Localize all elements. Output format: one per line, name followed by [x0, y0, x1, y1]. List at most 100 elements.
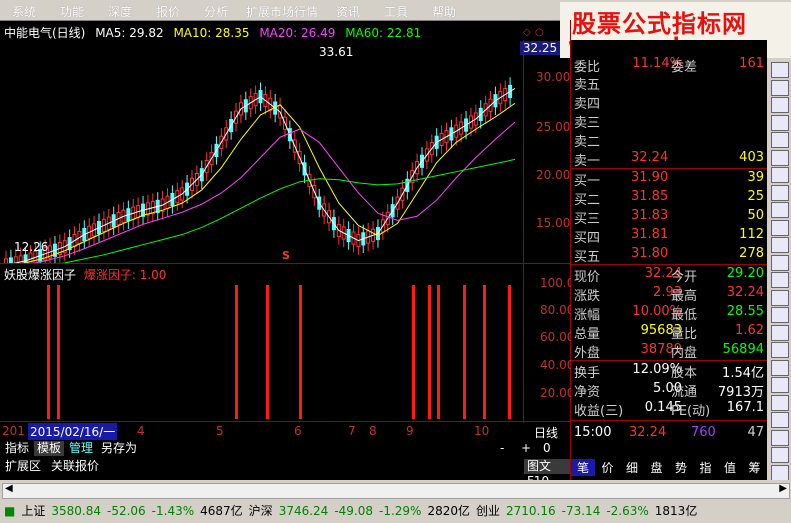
toolbar-icon[interactable] — [771, 132, 789, 148]
toolbar-icon[interactable] — [771, 342, 789, 358]
signal-bar — [437, 285, 440, 419]
menu-item-analysis[interactable]: 分析 — [204, 3, 228, 20]
graph-f10-button[interactable]: 图文F10 — [524, 459, 570, 488]
signal-bar — [428, 285, 431, 419]
toolbar-icon[interactable] — [771, 324, 789, 341]
toolbar-icon[interactable] — [771, 79, 789, 96]
ticker-pct: -1.43% — [151, 504, 195, 518]
toolbar-icon[interactable] — [771, 464, 789, 481]
sub-y-tick: 20.00 — [540, 386, 575, 400]
quote-tab[interactable]: 筹 — [743, 459, 767, 476]
nav-minus-button[interactable]: - — [500, 441, 504, 455]
toolbar-icon[interactable] — [771, 377, 789, 393]
candle — [4, 258, 8, 263]
quote-tab[interactable]: 细 — [620, 459, 644, 476]
quote-tab[interactable]: 盘 — [645, 459, 669, 476]
stat-row: 净资 5.00 流通 7913万 — [574, 381, 764, 400]
quote-tab[interactable]: 势 — [669, 459, 693, 476]
buy-level-row: 买二 31.85 25 — [574, 189, 764, 208]
toolbar-icon[interactable] — [771, 359, 789, 376]
menu-item-ext-market[interactable]: 扩展市场行情 — [246, 3, 318, 20]
tab-save-as[interactable]: 另存为 — [98, 441, 140, 456]
nav-zero-button[interactable]: 0 — [543, 441, 551, 455]
sub-y-tick: 100.0 — [540, 276, 575, 290]
signal-bar — [47, 285, 50, 419]
menu-item-function[interactable]: 功能 — [60, 3, 84, 20]
ticker-amount: 2820亿 — [427, 504, 470, 518]
price-chart[interactable] — [0, 40, 523, 263]
x-tick: 4 — [137, 424, 145, 438]
toolbar-icon[interactable] — [771, 429, 789, 446]
horizontal-scrollbar[interactable]: ◀ ▶ — [2, 483, 790, 499]
order-ratio-row: 委比 11.14% 委差 161 — [574, 56, 764, 75]
chart-header: 中能电气(日线) MA5: 29.82 MA10: 28.35 MA20: 26… — [4, 24, 427, 41]
toolbar-icon[interactable] — [771, 62, 789, 78]
stat-row: 收益(三) 0.145 PE(动) 167.1 — [574, 400, 764, 419]
ticker-change: -49.08 — [334, 504, 373, 518]
sub-chart[interactable] — [0, 264, 523, 421]
toolbar-icon[interactable] — [771, 394, 789, 411]
quote-tab[interactable]: 指 — [694, 459, 718, 476]
toolbar-icon[interactable] — [771, 272, 789, 288]
toolbar-icon[interactable] — [771, 184, 789, 201]
quote-tab[interactable]: 笔 — [571, 459, 595, 476]
toolbar-icon[interactable] — [771, 307, 789, 323]
menu-item-help[interactable]: 帮助 — [432, 3, 456, 20]
stock-title: 中能电气(日线) — [4, 26, 86, 40]
bottom-tab-area: 指标 模板 管理 另存为 - + 0 扩展区 关联报价 图文F10 — [0, 440, 570, 488]
menu-item-news[interactable]: 资讯 — [336, 3, 360, 20]
sub-y-tick: 60.00 — [540, 330, 575, 344]
tab-manage[interactable]: 管理 — [66, 441, 96, 456]
ticker-pct: -1.29% — [379, 504, 422, 518]
menu-item-tools[interactable]: 工具 — [384, 3, 408, 20]
ticker-name[interactable]: 上证 — [21, 504, 45, 518]
toolbar-icon[interactable] — [771, 237, 789, 253]
scroll-left-icon[interactable]: ◀ — [5, 483, 13, 494]
close-icon[interactable]: ○ — [535, 27, 544, 38]
y-tick: 15.00 — [536, 216, 571, 230]
ticker-name[interactable]: 沪深 — [249, 504, 273, 518]
toolbar-icon[interactable] — [771, 219, 789, 236]
scroll-right-icon[interactable]: ▶ — [779, 483, 787, 494]
toolbar-icon[interactable] — [771, 289, 789, 306]
toolbar-icon[interactable] — [771, 412, 789, 428]
sell-level-row: 卖五 — [574, 78, 601, 93]
ticker-change: -73.14 — [561, 504, 601, 518]
divider — [571, 420, 767, 421]
nav-plus-button[interactable]: + — [521, 441, 531, 455]
ticker-name[interactable]: 创业 — [476, 504, 500, 518]
ma-line-ma60 — [60, 158, 516, 263]
menu-item-depth[interactable]: 深度 — [108, 3, 132, 20]
toolbar-icon[interactable] — [771, 149, 789, 166]
index-ticker: ■ 上证 3580.84 -52.06 -1.43% 4687亿 沪深 3746.24 -49.… — [0, 502, 791, 522]
toolbar-icon[interactable] — [771, 202, 789, 218]
y-tick: 30.00 — [536, 70, 571, 84]
ticker-pct: -2.63% — [606, 504, 649, 518]
toolbar-icon[interactable] — [771, 167, 789, 183]
toolbar-icon[interactable] — [771, 254, 789, 271]
sell-level-row: 卖三 — [574, 116, 601, 131]
axis-line — [523, 40, 524, 425]
diamond-icon[interactable]: ◇ — [523, 27, 531, 38]
stat-row: 换手 12.09% 股本 1.54亿 — [574, 362, 764, 381]
toolbar-icon[interactable] — [771, 97, 789, 113]
period-label[interactable]: 日线 — [534, 424, 558, 441]
signal-bar — [508, 285, 511, 419]
quote-tab[interactable]: 价 — [596, 459, 620, 476]
cursor-date: 2015/02/16/一 — [28, 423, 118, 440]
toolbar-icon[interactable] — [771, 114, 789, 131]
tab-template[interactable]: 模板 — [34, 441, 65, 456]
tab-ext-area[interactable]: 扩展区 — [2, 459, 44, 474]
toolbar-icon[interactable] — [771, 447, 789, 463]
ticker-price: 2710.16 — [506, 504, 556, 518]
menu-item-quote[interactable]: 报价 — [156, 3, 180, 20]
ma10-label: MA10: 28.35 — [173, 26, 250, 40]
y-tick: 20.00 — [536, 168, 571, 182]
stat-row: 外盘 38789 内盘 56894 — [574, 342, 764, 361]
menu-item-system[interactable]: 系统 — [12, 3, 36, 20]
tab-related-quote[interactable]: 关联报价 — [48, 459, 102, 474]
quote-tab[interactable]: 值 — [718, 459, 742, 476]
tab-indicator[interactable]: 指标 — [2, 441, 32, 456]
signal-bar — [57, 285, 60, 419]
tick-row: 15:00 32.24 760 47 — [574, 425, 764, 440]
